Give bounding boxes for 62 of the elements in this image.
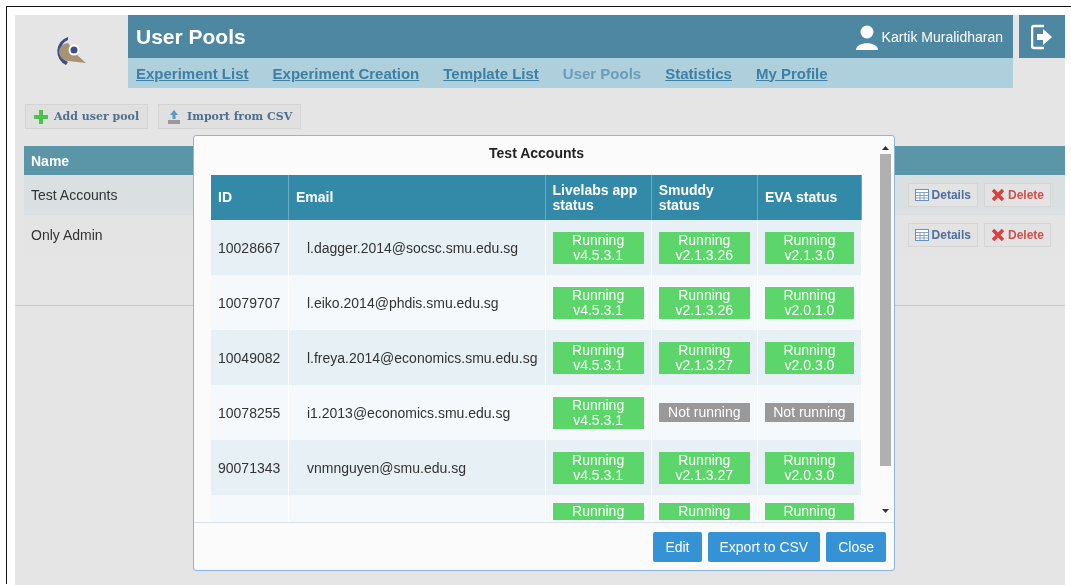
- nav-link[interactable]: Experiment List: [136, 64, 249, 82]
- table-cell: i1.2013@economics.smu.edu.sg: [288, 385, 545, 440]
- close-button[interactable]: Close: [826, 531, 886, 562]
- details-button[interactable]: Details: [907, 183, 978, 207]
- status-badge: Running v4.5.3.1: [552, 451, 644, 484]
- status-badge: Running v4.5.3.1: [552, 396, 644, 429]
- status-badge: Not running: [658, 403, 750, 422]
- status-badge: Running v2.1.3.0: [764, 231, 854, 264]
- column-header: Smuddy status: [651, 175, 758, 220]
- pool-name: Only Admin: [31, 227, 103, 243]
- import-button[interactable]: Import from CSV: [158, 104, 302, 129]
- column-header: EVA status: [757, 175, 862, 220]
- status-badge: Running v4.5.3.1: [552, 286, 644, 319]
- nav-link[interactable]: User Pools: [562, 64, 642, 82]
- user-icon: [855, 23, 878, 50]
- status-badge: Running v2.1.3.27: [658, 341, 750, 374]
- cross-icon: [990, 228, 1005, 242]
- nav-link[interactable]: My Profile: [755, 64, 828, 82]
- status-badge: Running v2.1.3.26: [658, 286, 750, 319]
- status-badge: Running v4.5.3.1: [552, 341, 644, 374]
- edit-button[interactable]: Edit: [653, 531, 702, 562]
- table-cell: vnmnguyen@smu.edu.sg: [288, 440, 545, 495]
- status-badge: Not running: [764, 403, 854, 422]
- status-badge: Running v2.1.3.26: [658, 231, 750, 264]
- table-cell: 10078255: [211, 385, 289, 440]
- logout-icon: [1031, 23, 1053, 50]
- table-cell: 10049082: [211, 330, 289, 385]
- nav-link[interactable]: Template List: [443, 64, 539, 82]
- column-header: Email: [288, 175, 545, 220]
- upload-icon: [167, 109, 182, 124]
- delete-button[interactable]: Delete: [983, 223, 1051, 247]
- user-name[interactable]: Kartik Muralidharan: [881, 28, 1003, 45]
- logout-button[interactable]: [1019, 15, 1065, 58]
- status-badge: Running v2.0.3.0: [764, 341, 854, 374]
- status-badge: Running v2.1.3.27: [658, 451, 750, 484]
- table-cell: 90071343: [211, 440, 289, 495]
- table-cell: 10028667: [211, 220, 289, 275]
- add-pool-button[interactable]: Add user pool: [25, 104, 149, 129]
- status-badge: Running v2.0.3.0: [764, 451, 854, 484]
- status-badge: Running: [764, 503, 854, 520]
- table-cell: l.freya.2014@economics.smu.edu.sg: [288, 330, 545, 385]
- nav-link[interactable]: Statistics: [665, 64, 732, 82]
- nav-link[interactable]: Experiment Creation: [272, 64, 420, 82]
- table-cell: l.eiko.2014@phdis.smu.edu.sg: [288, 275, 545, 330]
- details-button[interactable]: Details: [907, 223, 978, 247]
- table-icon: [914, 189, 929, 201]
- dialog-title: Test Accounts: [488, 144, 585, 163]
- delete-button[interactable]: Delete: [983, 183, 1051, 207]
- column-header: Livelabs app status: [545, 175, 652, 220]
- pool-name: Test Accounts: [31, 187, 118, 203]
- status-badge: Running: [658, 503, 750, 520]
- table-cell: 10079707: [211, 275, 289, 330]
- cross-icon: [990, 188, 1005, 202]
- status-badge: Running v2.0.1.0: [764, 286, 854, 319]
- export-button[interactable]: Export to CSV: [707, 531, 821, 562]
- table-icon: [914, 229, 929, 241]
- plus-icon: [34, 109, 48, 124]
- column-header: ID: [211, 175, 289, 220]
- status-badge: Running: [552, 503, 644, 520]
- page-title: User Pools: [136, 24, 247, 49]
- status-badge: Running v4.5.3.1: [552, 231, 644, 264]
- table-cell: l.dagger.2014@socsc.smu.edu.sg: [288, 220, 545, 275]
